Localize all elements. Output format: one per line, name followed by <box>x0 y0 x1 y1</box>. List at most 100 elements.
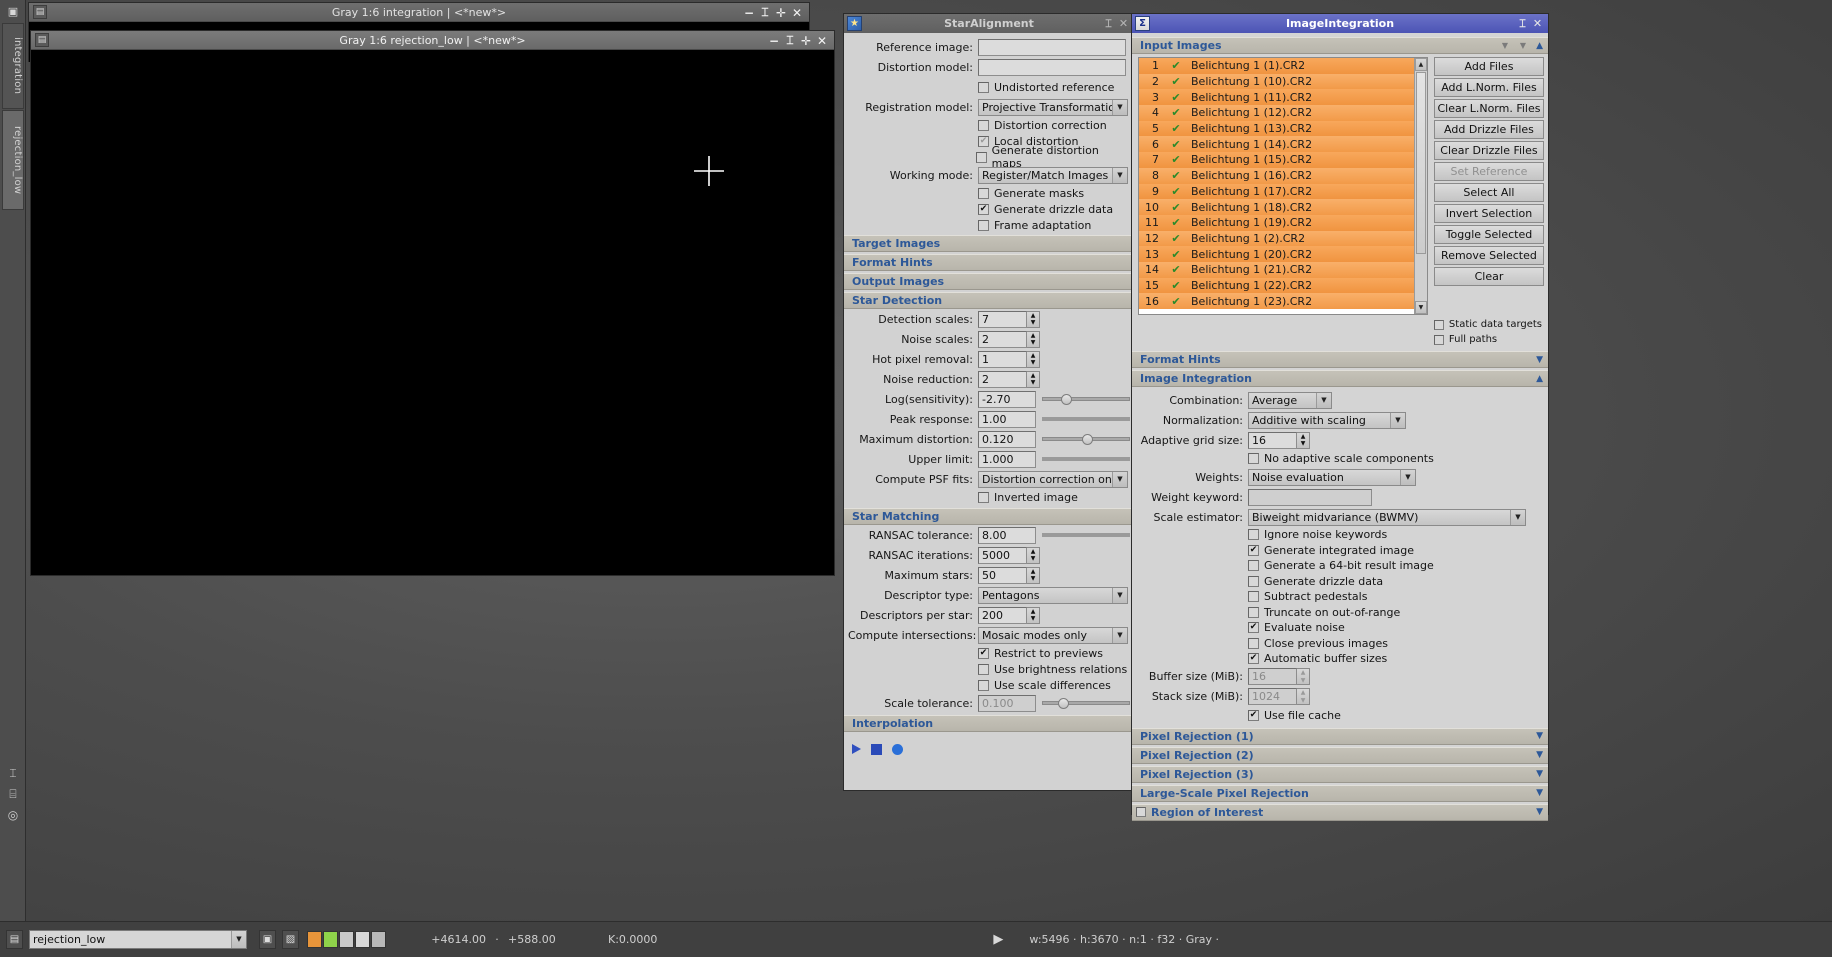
spinner-up-icon[interactable]: ▲ <box>1027 352 1039 360</box>
spinner-up-icon[interactable]: ▲ <box>1027 332 1039 340</box>
check-icon[interactable]: ✔ <box>1165 59 1187 72</box>
weight-keyword-input[interactable] <box>1248 488 1372 506</box>
image-integration-titlebar[interactable]: Σ ImageIntegration ⌶ ✕ <box>1132 14 1548 33</box>
input-image-row[interactable]: 13 ✔ Belichtung 1 (20).CR2 <box>1139 246 1414 262</box>
check-icon[interactable]: ✔ <box>1165 248 1187 261</box>
spinner-down-icon[interactable]: ▼ <box>1027 575 1039 583</box>
value-slider[interactable] <box>1042 451 1130 468</box>
play-icon[interactable]: ▶ <box>993 932 1003 947</box>
value-slider[interactable] <box>1042 527 1130 544</box>
spinner-value[interactable]: 2 <box>978 330 1027 348</box>
maximize-icon[interactable]: ⌶ <box>757 3 773 22</box>
list-scrollbar[interactable]: ▲ ▼ <box>1413 58 1427 314</box>
target-icon[interactable]: ◎ <box>0 805 26 825</box>
swatch-gray-3[interactable] <box>371 931 386 948</box>
preview-toggle-icon[interactable]: ▣ <box>259 930 276 949</box>
spinner-value[interactable]: 2 <box>978 370 1027 388</box>
spinner-down-icon[interactable]: ▼ <box>1027 555 1039 563</box>
close-icon[interactable]: ✕ <box>789 3 805 22</box>
spinner-down-icon[interactable]: ▼ <box>1027 319 1039 327</box>
spinner-up-icon[interactable]: ▲ <box>1027 608 1039 616</box>
descriptor-type-combo[interactable]: Pentagons ▼ <box>978 586 1128 604</box>
numeric-input[interactable]: -2.70 <box>978 390 1036 408</box>
generate-drizzle-data-checkbox[interactable]: Generate drizzle data <box>1248 573 1383 589</box>
input-image-row[interactable]: 7 ✔ Belichtung 1 (15).CR2 <box>1139 152 1414 168</box>
chevron-down-icon[interactable]: ▼ <box>1112 587 1127 603</box>
swatch-gray-1[interactable] <box>339 931 354 948</box>
input-image-row[interactable]: 8 ✔ Belichtung 1 (16).CR2 <box>1139 167 1414 184</box>
section-large-scale-pixel-rejection[interactable]: Large-Scale Pixel Rejection ▼ <box>1132 784 1548 802</box>
restore-icon[interactable]: ✛ <box>798 31 814 50</box>
spinner-value[interactable]: 1 <box>978 350 1027 368</box>
swatch-orange[interactable] <box>307 931 322 948</box>
spinner[interactable]: 50 ▲ ▼ <box>978 566 1040 584</box>
collapse-icon[interactable]: ▼ <box>1536 750 1543 760</box>
combination-combo[interactable]: Average ▼ <box>1248 391 1332 409</box>
clear-drizzle-files-button[interactable]: Clear Drizzle Files <box>1433 141 1544 160</box>
add-drizzle-files-button[interactable]: Add Drizzle Files <box>1433 120 1544 139</box>
evaluate-noise-checkbox[interactable]: Evaluate noise <box>1248 620 1345 636</box>
spinner[interactable]: 5000 ▲ ▼ <box>978 546 1040 564</box>
chevron-down-icon[interactable]: ▼ <box>1112 471 1127 487</box>
invert-selection-button[interactable]: Invert Selection <box>1433 204 1544 223</box>
slider-knob[interactable] <box>1061 393 1073 405</box>
remove-selected-button[interactable]: Remove Selected <box>1433 246 1544 265</box>
weights-combo[interactable]: Noise evaluation ▼ <box>1248 468 1416 486</box>
spinner-buttons[interactable]: ▲ ▼ <box>1297 431 1310 449</box>
spinner-buttons[interactable]: ▲ ▼ <box>1027 566 1040 584</box>
image-window-rejection-low[interactable]: ▤ Gray 1:6 rejection_low | <*new*> − ⌶ ✛… <box>30 30 835 576</box>
sidebar-tab-integration[interactable]: integration <box>2 23 24 109</box>
spinner-down-icon[interactable]: ▼ <box>1027 379 1039 387</box>
normalization-combo[interactable]: Additive with scaling ▼ <box>1248 411 1406 429</box>
distortion-correction-checkbox[interactable]: Distortion correction <box>978 117 1107 133</box>
collapse-icon-a[interactable]: ▼ <box>1502 41 1508 50</box>
minimize-icon[interactable]: − <box>766 31 782 50</box>
spinner-value[interactable]: 5000 <box>978 546 1027 564</box>
distortion-model-input[interactable] <box>978 58 1126 76</box>
image-canvas-rejection-low[interactable] <box>31 50 834 575</box>
image-window-titlebar[interactable]: ▤ Gray 1:6 rejection_low | <*new*> − ⌶ ✛… <box>31 31 834 50</box>
input-images-list[interactable]: 1 ✔ Belichtung 1 (1).CR2 2 ✔ Belichtung 1 (10… <box>1138 57 1428 315</box>
sidebar-tab-rejection-low[interactable]: rejection_low <box>2 110 24 210</box>
chevron-down-icon[interactable]: ▼ <box>1112 167 1127 183</box>
chevron-down-icon[interactable]: ▼ <box>1510 509 1525 525</box>
input-image-row[interactable]: 3 ✔ Belichtung 1 (11).CR2 <box>1139 89 1414 106</box>
generate-distortion-maps-checkbox[interactable]: Generate distortion maps <box>975 144 1130 170</box>
static-data-targets-checkbox[interactable]: Static data targets <box>1433 317 1544 332</box>
generate-integrated-image-checkbox[interactable]: Generate integrated image <box>1248 542 1414 558</box>
input-image-row[interactable]: 14 ✔ Belichtung 1 (21).CR2 <box>1139 261 1414 278</box>
close-icon[interactable]: ✕ <box>814 31 830 50</box>
spinner-down-icon[interactable]: ▼ <box>1027 359 1039 367</box>
image-window-titlebar[interactable]: ▤ Gray 1:6 integration | <*new*> − ⌶ ✛ ✕ <box>29 3 809 22</box>
apply-global-icon[interactable] <box>852 744 861 754</box>
add-files-button[interactable]: Add Files <box>1433 57 1544 76</box>
collapse-icon-b[interactable]: ▼ <box>1520 41 1526 50</box>
chevron-down-icon[interactable]: ▼ <box>231 931 246 948</box>
chevron-down-icon[interactable]: ▼ <box>1316 392 1331 408</box>
spinner-up-icon[interactable]: ▲ <box>1297 433 1309 441</box>
check-icon[interactable]: ✔ <box>1165 263 1187 276</box>
minimize-icon[interactable]: ⌶ <box>1101 14 1116 33</box>
close-previous-images-checkbox[interactable]: Close previous images <box>1248 635 1388 651</box>
descriptors-per-star-spinner[interactable]: 200 ▲ ▼ <box>978 606 1040 624</box>
section-star-matching[interactable]: Star Matching <box>844 508 1134 525</box>
restore-icon[interactable]: ✛ <box>773 3 789 22</box>
section-output-images[interactable]: Output Images <box>844 273 1134 290</box>
collapse-icon[interactable]: ▼ <box>1536 788 1543 798</box>
select-all-button[interactable]: Select All <box>1433 183 1544 202</box>
subtract-pedestals-checkbox[interactable]: Subtract pedestals <box>1248 589 1367 605</box>
spinner-up-icon[interactable]: ▲ <box>1027 372 1039 380</box>
section-pixel-rejection-2[interactable]: Pixel Rejection (2) ▼ <box>1132 746 1548 764</box>
section-star-detection[interactable]: Star Detection <box>844 292 1134 309</box>
check-icon[interactable]: ✔ <box>1165 232 1187 245</box>
check-icon[interactable]: ✔ <box>1165 153 1187 166</box>
spinner-value[interactable]: 7 <box>978 310 1027 328</box>
spinner-down-icon[interactable]: ▼ <box>1027 615 1039 623</box>
truncate-on-out-of-range-checkbox[interactable]: Truncate on out-of-range <box>1248 604 1400 620</box>
spinner[interactable]: 1 ▲ ▼ <box>978 350 1040 368</box>
scroll-up-icon[interactable]: ▲ <box>1414 58 1427 71</box>
star-alignment-dialog[interactable]: ★ StarAlignment ⌶ ✕ Reference image: Dis… <box>843 13 1135 791</box>
spinner-buttons[interactable]: ▲ ▼ <box>1027 330 1040 348</box>
add-l-norm-files-button[interactable]: Add L.Norm. Files <box>1433 78 1544 97</box>
check-icon[interactable]: ✔ <box>1165 185 1187 198</box>
